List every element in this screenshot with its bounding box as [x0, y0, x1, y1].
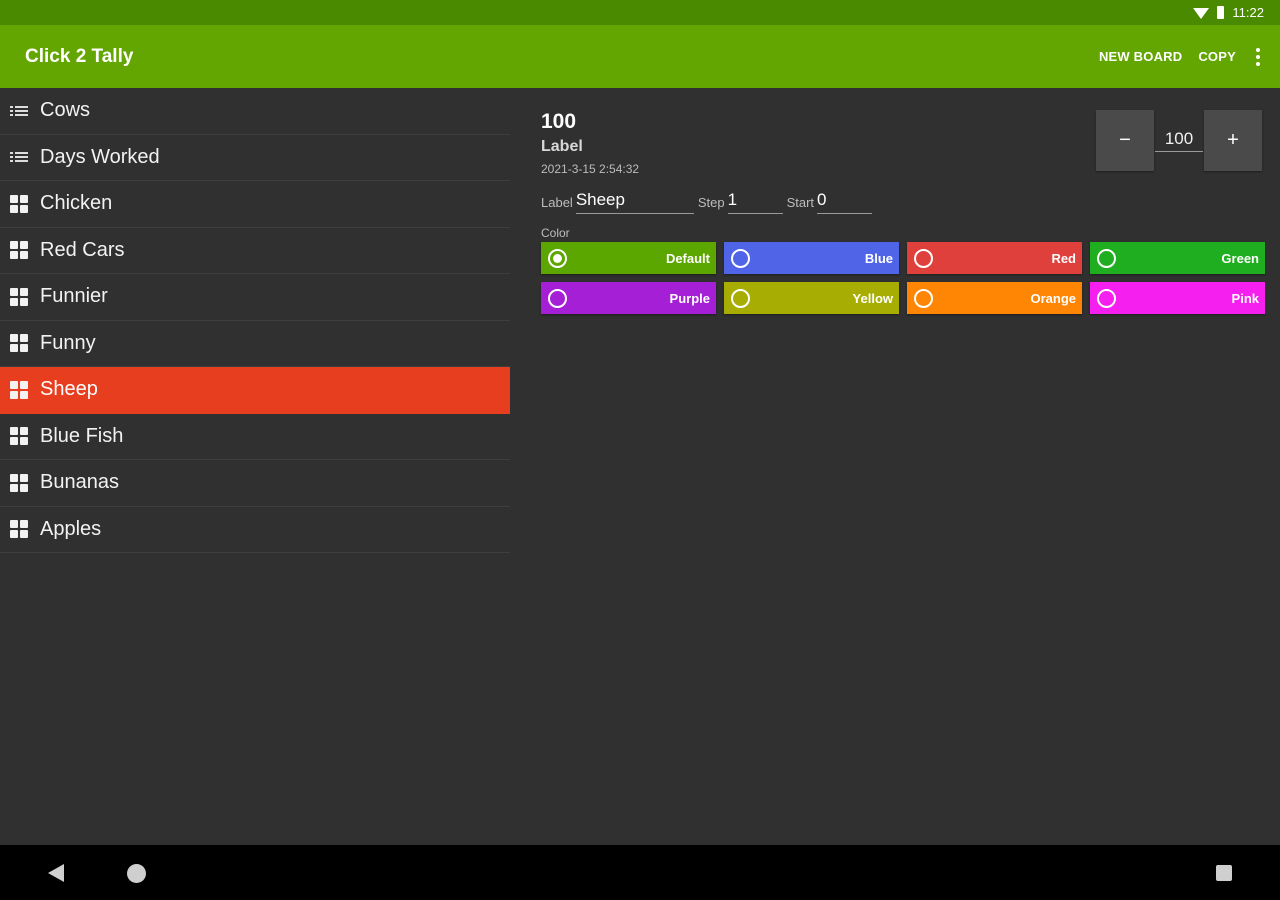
new-board-button[interactable]: NEW BOARD	[1099, 49, 1182, 64]
grid-icon	[10, 194, 32, 213]
decrement-button[interactable]: −	[1096, 110, 1154, 171]
radio-icon[interactable]	[548, 248, 567, 268]
color-picker: Default Blue Red Green Purple Yellow Orange Pin…	[541, 242, 1265, 314]
list-icon	[10, 105, 32, 116]
sidebar-item-label: Cows	[40, 99, 91, 122]
label-field-caption: Label	[541, 195, 573, 210]
color-option-label: Pink	[1231, 290, 1259, 306]
radio-icon[interactable]	[1097, 248, 1116, 268]
sidebar-item-label: Blue Fish	[40, 424, 124, 447]
app-bar: Click 2 Tally NEW BOARD COPY	[0, 25, 1280, 88]
battery-icon	[1217, 6, 1225, 19]
color-option-label: Green	[1221, 250, 1259, 266]
grid-icon	[10, 241, 32, 260]
radio-icon[interactable]	[731, 288, 750, 308]
color-option-label: Yellow	[852, 290, 893, 306]
color-option[interactable]: Blue	[724, 242, 899, 274]
radio-icon[interactable]	[1097, 288, 1116, 308]
grid-icon	[10, 427, 32, 446]
sidebar-item[interactable]: Funny	[0, 321, 510, 367]
tally-count: 100	[541, 110, 577, 133]
color-option[interactable]: Pink	[1090, 282, 1265, 314]
sidebar-item-label: Days Worked	[40, 145, 160, 168]
stepper-value[interactable]: 100	[1155, 129, 1203, 152]
sidebar-item[interactable]: Funnier	[0, 274, 510, 321]
sidebar-item[interactable]: Apples	[0, 507, 510, 553]
grid-icon	[10, 287, 32, 306]
sidebar-item[interactable]: Chicken	[0, 181, 510, 228]
copy-button[interactable]: COPY	[1198, 49, 1236, 64]
color-option[interactable]: Red	[907, 242, 1082, 274]
list-icon	[10, 152, 32, 163]
wifi-icon	[1193, 8, 1210, 19]
sidebar-item-label: Funnier	[40, 285, 108, 308]
start-field[interactable]: 0	[817, 190, 873, 214]
board-list: Cows Days Worked Chicken Red Cars Funnier Fun…	[0, 88, 510, 553]
navigation-bar	[0, 845, 1280, 900]
color-option-label: Blue	[864, 250, 893, 266]
start-field-caption: Start	[786, 195, 815, 210]
color-caption: Color	[541, 226, 570, 240]
radio-icon[interactable]	[914, 288, 933, 308]
grid-icon	[10, 334, 32, 353]
app-title: Click 2 Tally	[25, 45, 134, 67]
color-option[interactable]: Yellow	[724, 282, 899, 314]
grid-icon	[10, 473, 32, 492]
sidebar-item[interactable]: Cows	[0, 88, 510, 135]
tally-fields: Label Sheep Step 1 Start 0	[541, 190, 876, 214]
increment-button[interactable]: +	[1204, 110, 1262, 171]
step-field[interactable]: 1	[727, 190, 783, 214]
sidebar-item-label: Funny	[40, 331, 96, 354]
overflow-menu-icon[interactable]	[1256, 47, 1260, 66]
sidebar-item[interactable]: Bunanas	[0, 460, 510, 507]
color-option-label: Default	[665, 250, 710, 266]
tally-timestamp: 2021-3-15 2:54:32	[541, 162, 640, 176]
sidebar-item-label: Chicken	[40, 192, 113, 215]
step-field-caption: Step	[697, 195, 725, 210]
color-option[interactable]: Purple	[541, 282, 716, 314]
color-option[interactable]: Orange	[907, 282, 1082, 314]
grid-icon	[10, 380, 32, 399]
tally-stepper: − 100 +	[1096, 110, 1262, 171]
tally-label: Label	[541, 138, 583, 155]
color-option[interactable]: Default	[541, 242, 716, 274]
color-option-label: Purple	[669, 290, 710, 306]
label-field[interactable]: Sheep	[575, 190, 694, 214]
sidebar-item-label: Apples	[40, 517, 102, 540]
sidebar-item[interactable]: Red Cars	[0, 228, 510, 274]
grid-icon	[10, 520, 32, 539]
sidebar-item[interactable]: Days Worked	[0, 135, 510, 181]
sidebar-item-label: Sheep	[40, 378, 98, 401]
color-option-label: Red	[1051, 250, 1076, 266]
sidebar-item[interactable]: Blue Fish	[0, 414, 510, 460]
recent-apps-icon[interactable]	[1216, 865, 1232, 881]
sidebar-item[interactable]: Sheep	[0, 367, 510, 414]
board-detail: 100 Label 2021-3-15 2:54:32 − 100 + Labe…	[541, 88, 1266, 843]
status-bar: 11:22	[0, 0, 1280, 25]
radio-icon[interactable]	[914, 248, 933, 268]
sidebar-item-label: Bunanas	[40, 471, 119, 494]
color-option[interactable]: Green	[1090, 242, 1265, 274]
color-option-label: Orange	[1030, 290, 1076, 306]
home-icon[interactable]	[127, 864, 146, 883]
radio-icon[interactable]	[548, 288, 567, 308]
back-icon[interactable]	[48, 864, 64, 882]
status-time: 11:22	[1232, 5, 1264, 20]
radio-icon[interactable]	[731, 248, 750, 268]
sidebar-item-label: Red Cars	[40, 238, 125, 261]
